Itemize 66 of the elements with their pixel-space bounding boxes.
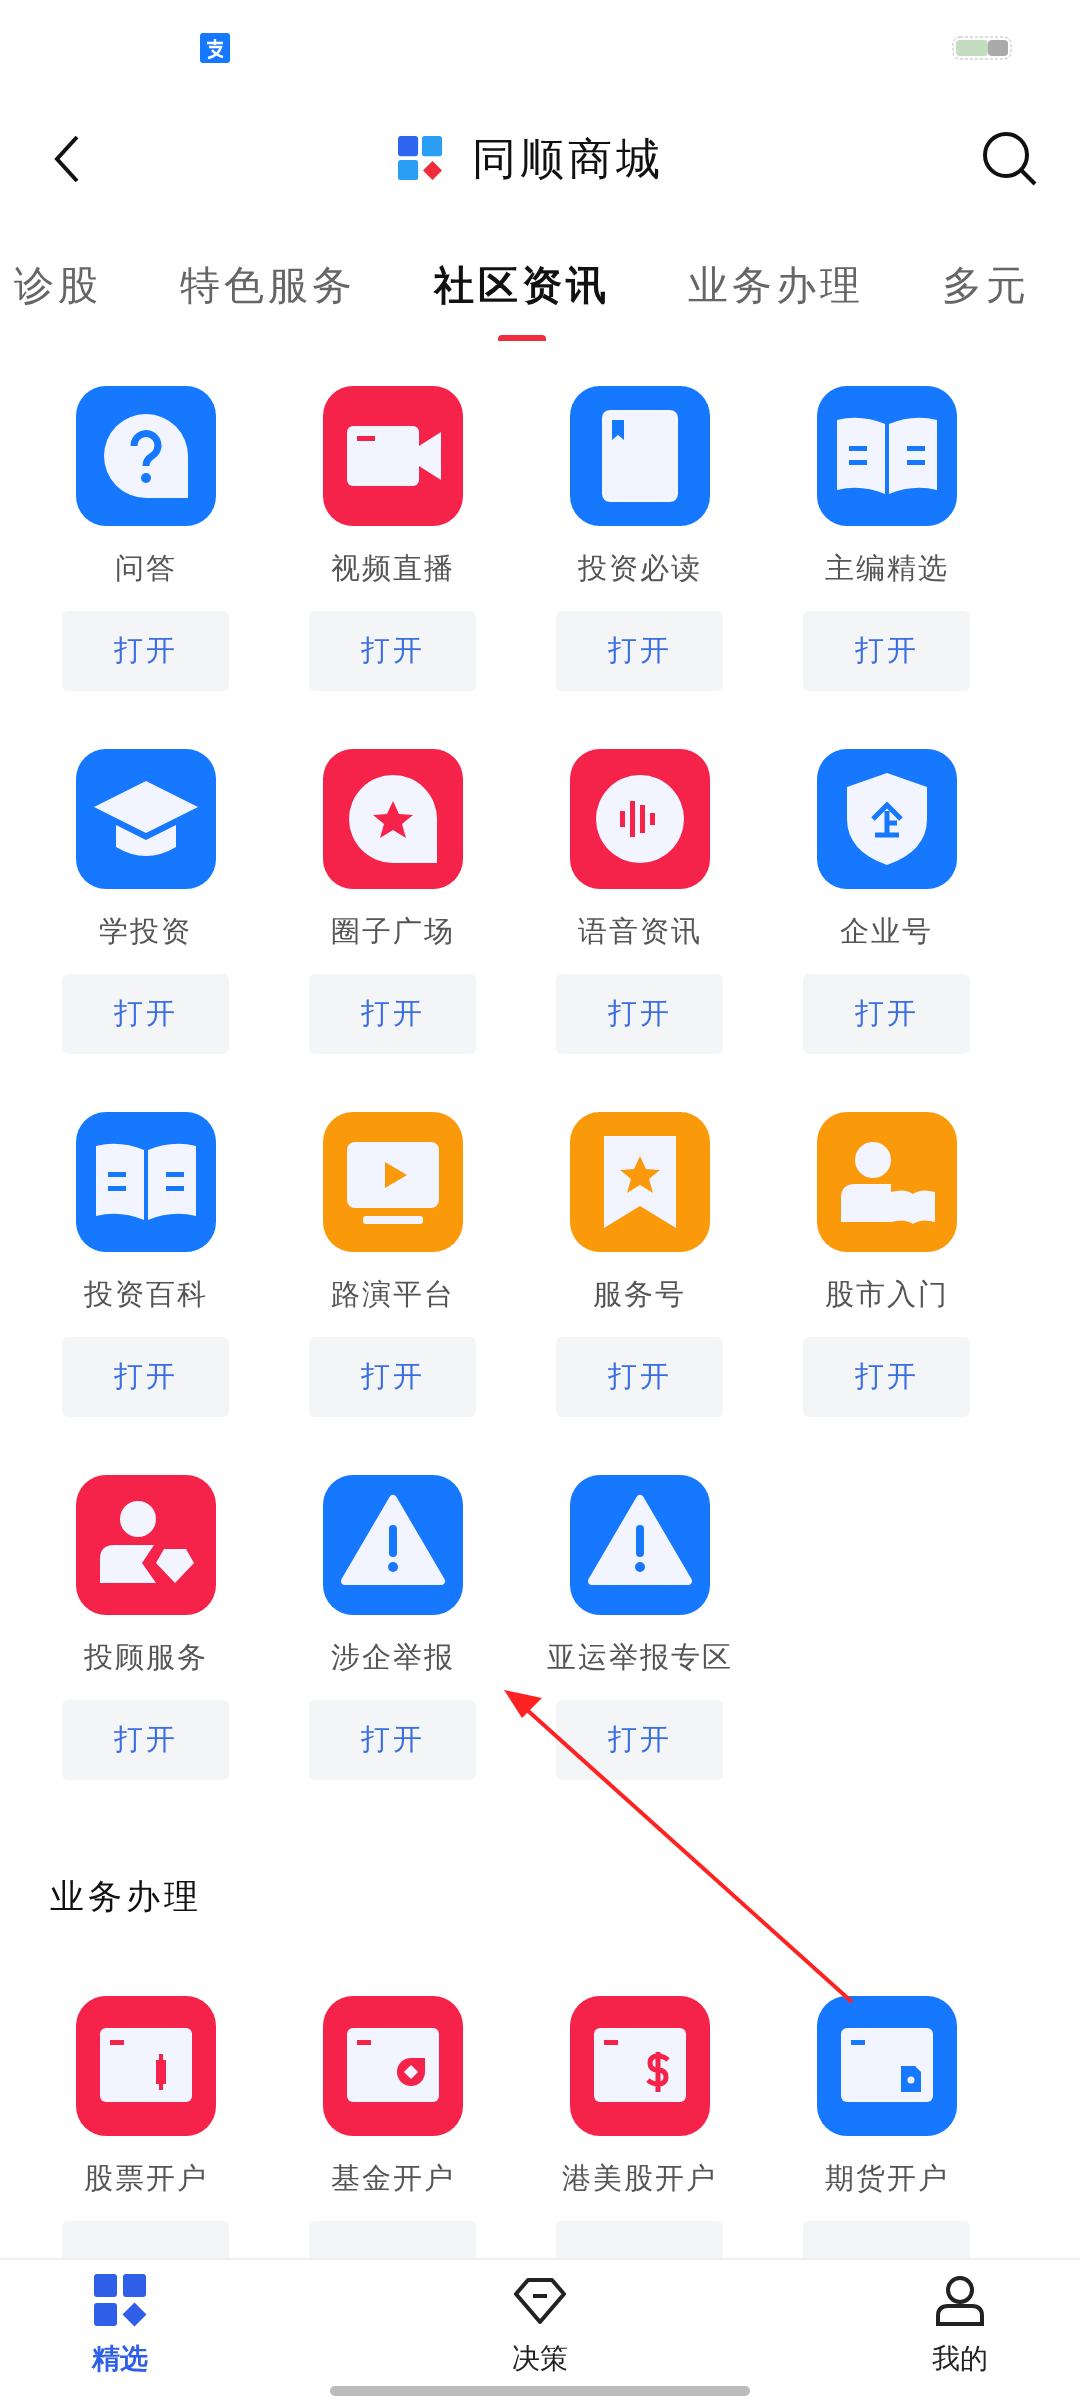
cap-icon[interactable] — [75, 749, 216, 889]
open-button[interactable]: 打开 — [62, 974, 229, 1054]
item-label: 问答 — [114, 550, 177, 587]
warning-icon[interactable] — [569, 1475, 710, 1615]
open-button[interactable]: 打开 — [556, 974, 723, 1054]
open-button[interactable]: 打开 — [556, 611, 723, 691]
screen-icon[interactable] — [322, 1112, 463, 1252]
nav-tab[interactable]: 决策 — [480, 2272, 600, 2386]
category-tab[interactable]: 业务办理 — [688, 251, 864, 341]
open-button[interactable]: 打开 — [309, 1700, 476, 1780]
open-button[interactable]: 打开 — [309, 611, 476, 691]
item-label: 视频直播 — [330, 550, 455, 587]
card-dollar-icon[interactable] — [569, 1996, 710, 2136]
card-tag-icon[interactable] — [816, 1996, 957, 2136]
item-label: 路演平台 — [330, 1276, 455, 1313]
open-button[interactable]: 打开 — [803, 1337, 970, 1417]
open-button[interactable]: 打开 — [556, 1337, 723, 1417]
nav-tab[interactable]: 精选 — [60, 2272, 180, 2386]
person-book-icon[interactable] — [816, 1112, 957, 1252]
book-icon[interactable] — [569, 386, 710, 526]
category-tab[interactable]: 社区资讯 — [434, 251, 610, 341]
question-icon[interactable] — [75, 386, 216, 526]
category-tab[interactable]: 诊股 — [14, 251, 102, 341]
card-candle-icon[interactable] — [75, 1996, 216, 2136]
logo-icon — [398, 136, 444, 182]
item-label: 基金开户 — [330, 2160, 455, 2197]
item-label: 涉企举报 — [330, 1639, 455, 1676]
item-label: 服务号 — [593, 1276, 686, 1313]
open-button[interactable]: 打开 — [556, 1700, 723, 1780]
category-tab[interactable]: 多元 — [942, 251, 1030, 341]
item-label: 学投资 — [99, 913, 192, 950]
item-label: 圈子广场 — [330, 913, 455, 950]
item-label: 企业号 — [840, 913, 933, 950]
item-label: 投资百科 — [83, 1276, 208, 1313]
app-icon — [200, 32, 230, 63]
reader-icon[interactable] — [75, 1112, 216, 1252]
open-button[interactable]: 打开 — [309, 1337, 476, 1417]
person-icon[interactable] — [75, 1475, 216, 1615]
open-button[interactable]: 打开 — [803, 974, 970, 1054]
open-button[interactable]: 打开 — [62, 1337, 229, 1417]
voice-icon[interactable] — [569, 749, 710, 889]
card-coin-icon[interactable] — [322, 1996, 463, 2136]
open-button[interactable]: 打开 — [62, 1700, 229, 1780]
item-label: 亚运举报专区 — [546, 1639, 733, 1676]
ribbon-icon[interactable] — [569, 1112, 710, 1252]
category-tab[interactable]: 特色服务 — [180, 251, 356, 341]
battery-icon — [952, 35, 1012, 60]
warning-icon[interactable] — [322, 1475, 463, 1615]
item-label: 股票开户 — [83, 2160, 208, 2197]
reader-icon[interactable] — [816, 386, 957, 526]
item-label: 投顾服务 — [83, 1639, 208, 1676]
section-title: 业务办理 — [50, 1876, 203, 1916]
item-label: 主编精选 — [824, 550, 949, 587]
open-button[interactable]: 打开 — [803, 611, 970, 691]
item-label: 语音资讯 — [577, 913, 702, 950]
open-button[interactable]: 打开 — [309, 974, 476, 1054]
item-label: 港美股开户 — [562, 2160, 717, 2197]
grid-icon[interactable] — [92, 2272, 148, 2328]
shield-icon[interactable] — [816, 749, 957, 889]
item-label: 期货开户 — [824, 2160, 949, 2197]
nav-tab[interactable]: 我的 — [900, 2272, 1020, 2386]
item-label: 股市入门 — [824, 1276, 949, 1313]
item-label: 投资必读 — [577, 550, 702, 587]
open-button[interactable]: 打开 — [62, 611, 229, 691]
camera-icon[interactable] — [322, 386, 463, 526]
page-title: 同顺商城 — [472, 131, 664, 186]
